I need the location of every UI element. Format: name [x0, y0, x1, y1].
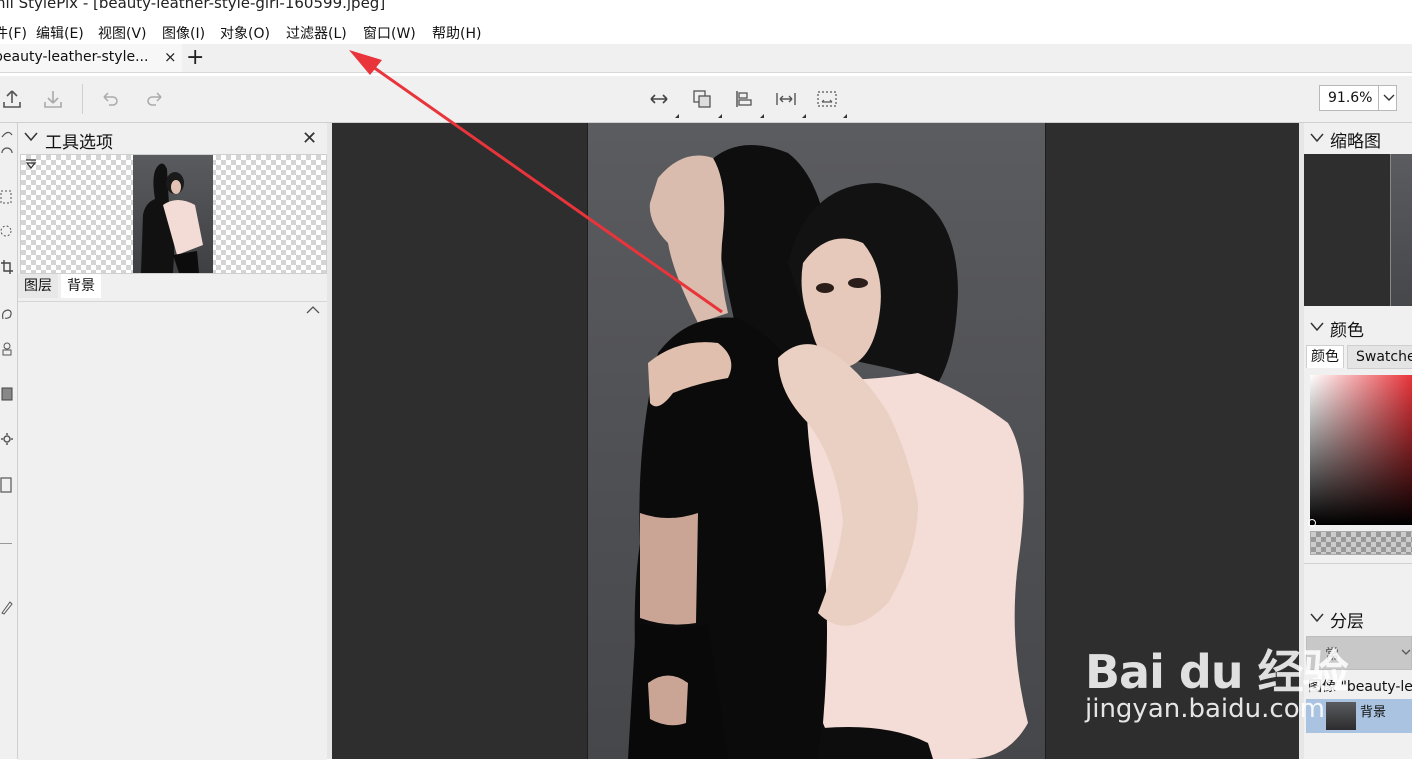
menu-image[interactable]: 图像(I): [162, 23, 205, 43]
tool-options-panel: 工具选项 ✕ 图层 背景: [18, 123, 327, 760]
blend-mode-select[interactable]: 常: [1306, 636, 1412, 670]
clone-tool-icon[interactable]: [0, 341, 14, 357]
tab-layer[interactable]: 图层: [18, 274, 58, 298]
import-icon[interactable]: [41, 87, 65, 111]
document-tab[interactable]: beauty-leather-style... ×: [0, 44, 182, 72]
gear-icon[interactable]: [0, 431, 14, 447]
dropdown-corner-icon: [843, 114, 847, 118]
layers-panel-header[interactable]: 分层: [1304, 603, 1412, 633]
tool-strip: [0, 123, 18, 759]
chevron-down-icon[interactable]: [1310, 322, 1324, 332]
crop-tool-icon[interactable]: [0, 259, 14, 275]
toolbar-separator: [82, 84, 83, 114]
pen-tool-icon[interactable]: [0, 599, 14, 615]
color-picker-field[interactable]: [1308, 375, 1412, 527]
tool-options-body: [18, 301, 327, 760]
color-tabs: 颜色 Swatches: [1304, 345, 1412, 369]
layer-name: 背景: [1360, 705, 1387, 720]
tab-background[interactable]: 背景: [61, 274, 101, 298]
main-toolbar: 91.6%: [0, 76, 1412, 123]
chevron-down-icon[interactable]: [1378, 86, 1398, 110]
alpha-slider[interactable]: [1310, 531, 1412, 555]
menu-bar: 件(F) 编辑(E) 视图(V) 图像(I) 对象(O) 过滤器(L) 窗口(W…: [0, 20, 1412, 44]
rect-select-icon[interactable]: [0, 189, 14, 205]
blend-mode-value: 常: [1325, 647, 1339, 663]
document-tab-bar: beauty-leather-style... × +: [0, 44, 1412, 73]
chevron-down-icon[interactable]: [1310, 133, 1324, 143]
close-icon[interactable]: ✕: [302, 128, 317, 149]
tool-options-title: 工具选项: [45, 133, 113, 153]
export-icon[interactable]: [0, 87, 24, 111]
dropdown-corner-icon: [760, 114, 764, 118]
tool-options-header[interactable]: 工具选项 ✕: [18, 123, 327, 153]
thumbnail-image: [1390, 154, 1412, 306]
distribute-icon[interactable]: [774, 87, 798, 111]
align-left-icon[interactable]: [732, 87, 756, 111]
flip-horizontal-icon[interactable]: [647, 87, 671, 111]
lasso-icon[interactable]: [0, 307, 14, 323]
tab-color[interactable]: 颜色: [1306, 345, 1344, 368]
thumbnail-panel-title: 缩略图: [1330, 132, 1381, 152]
layers-panel-title: 分层: [1330, 612, 1364, 632]
image-node-label[interactable]: 图像 "beauty-le: [1308, 676, 1412, 696]
tab-swatches[interactable]: Swatches: [1347, 345, 1412, 369]
panel-divider: [1304, 563, 1412, 564]
lasso-tool-icon[interactable]: [0, 127, 14, 143]
zoom-value: 91.6%: [1328, 90, 1373, 106]
new-tab-button[interactable]: +: [186, 44, 204, 72]
chevron-down-icon[interactable]: [1401, 649, 1411, 656]
document-image[interactable]: [587, 123, 1046, 759]
layer-row-selected[interactable]: 背景: [1306, 699, 1412, 733]
redo-icon[interactable]: [143, 87, 167, 111]
chevron-down-icon[interactable]: [1310, 613, 1324, 623]
image-canvas[interactable]: [332, 123, 1299, 759]
tool-options-tabs: 图层 背景: [18, 274, 327, 300]
ellipse-select-icon[interactable]: [0, 223, 14, 239]
preview-photo: [133, 155, 213, 273]
dropdown-corner-icon: [675, 114, 679, 118]
dropdown-corner-icon: [802, 114, 806, 118]
shape-tool-icon[interactable]: [0, 477, 14, 493]
menu-object[interactable]: 对象(O): [220, 23, 270, 43]
ellipse-tool-icon[interactable]: [0, 145, 14, 161]
chevron-down-icon[interactable]: [24, 132, 38, 142]
tool-separator: [0, 543, 12, 544]
tool-preview: [20, 154, 327, 274]
color-panel-header[interactable]: 颜色: [1304, 312, 1412, 342]
zoom-combobox[interactable]: 91.6%: [1319, 85, 1397, 111]
color-picker-cursor[interactable]: [1308, 519, 1316, 527]
color-panel-title: 颜色: [1330, 321, 1364, 341]
layer-thumbnail: [1326, 702, 1356, 730]
menu-help[interactable]: 帮助(H): [432, 23, 481, 43]
canvas-size-icon[interactable]: [815, 87, 839, 111]
undo-icon[interactable]: [98, 87, 122, 111]
gradient-tool-icon[interactable]: [0, 386, 14, 402]
right-dock: 缩略图 颜色 颜色 Swatches 分层 常 图像 "beauty-le 背景: [1304, 123, 1412, 759]
menu-file[interactable]: 件(F): [0, 23, 27, 43]
menu-edit[interactable]: 编辑(E): [36, 23, 84, 43]
preview-menu-icon[interactable]: [25, 158, 37, 170]
menu-window[interactable]: 窗口(W): [363, 23, 416, 43]
document-tab-label: beauty-leather-style...: [0, 49, 149, 65]
thumbnail-view[interactable]: [1304, 154, 1412, 306]
menu-view[interactable]: 视图(V): [98, 23, 147, 43]
chevron-up-icon[interactable]: [306, 305, 320, 315]
layer-stack-icon[interactable]: [690, 87, 714, 111]
close-icon[interactable]: ×: [164, 48, 177, 66]
menu-filter[interactable]: 过滤器(L): [286, 23, 347, 43]
window-title-bar: nil StylePix - [beauty-leather-style-gir…: [0, 0, 1412, 14]
dropdown-corner-icon: [718, 114, 722, 118]
thumbnail-panel-header[interactable]: 缩略图: [1304, 123, 1412, 153]
window-title: nil StylePix - [beauty-leather-style-gir…: [0, 0, 386, 12]
